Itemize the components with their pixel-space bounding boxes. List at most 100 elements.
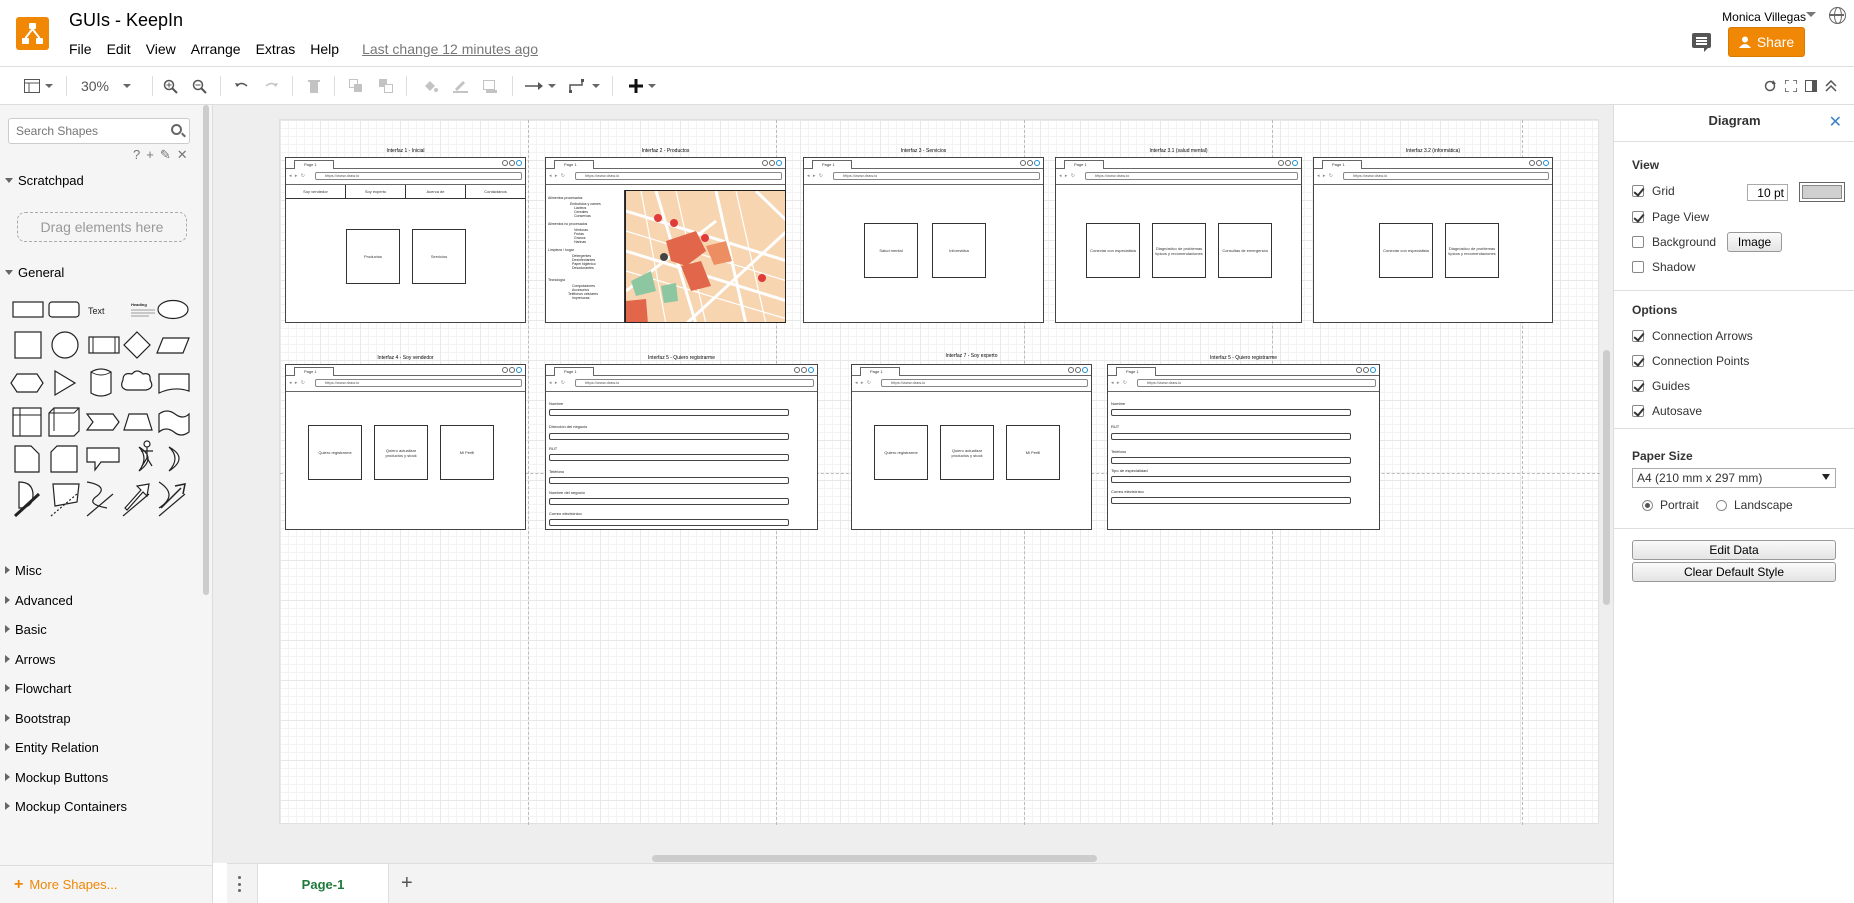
shape-text[interactable]: Text bbox=[88, 306, 105, 316]
shadow-checkbox[interactable] bbox=[1632, 261, 1644, 273]
add-page-icon[interactable]: + bbox=[401, 872, 413, 895]
mockup-box[interactable]: Quiero actualizar productos y stock bbox=[940, 425, 994, 480]
shadow-button[interactable] bbox=[480, 67, 500, 105]
search-icon[interactable] bbox=[171, 124, 182, 135]
shape-moon[interactable] bbox=[168, 446, 180, 472]
grid-checkbox[interactable] bbox=[1632, 185, 1644, 197]
undo-button[interactable] bbox=[231, 67, 251, 105]
shape-rectangle[interactable] bbox=[12, 301, 44, 318]
shape-parallelogram[interactable] bbox=[156, 337, 190, 354]
section-advanced[interactable]: Advanced bbox=[0, 588, 200, 612]
close-icon[interactable]: ✕ bbox=[177, 147, 188, 163]
mockup-box[interactable]: Diagnóstico de problemas típicos y recom… bbox=[1445, 223, 1499, 278]
more-shapes-button[interactable]: + More Shapes... bbox=[0, 865, 212, 903]
waypoints-button[interactable] bbox=[566, 67, 602, 105]
scratchpad-drop-area[interactable]: Drag elements here bbox=[17, 212, 187, 242]
edit-icon[interactable]: ✎ bbox=[160, 147, 171, 163]
background-checkbox[interactable] bbox=[1632, 236, 1644, 248]
page-view-checkbox[interactable] bbox=[1632, 211, 1644, 223]
search-input[interactable] bbox=[9, 119, 164, 143]
nav-item[interactable]: Soy vendedor bbox=[286, 185, 346, 198]
shape-cloud[interactable] bbox=[121, 370, 153, 391]
chevron-down-icon[interactable] bbox=[1806, 12, 1816, 17]
collapse-button[interactable] bbox=[1823, 67, 1839, 105]
menu-arrange[interactable]: Arrange bbox=[191, 41, 248, 57]
portrait-radio[interactable] bbox=[1642, 499, 1653, 511]
form-field[interactable] bbox=[1111, 476, 1351, 483]
close-icon[interactable]: ✕ bbox=[1829, 112, 1842, 132]
menu-view[interactable]: View bbox=[146, 41, 183, 57]
menu-file[interactable]: File bbox=[69, 41, 99, 57]
paper-size-select[interactable]: A4 (210 mm x 297 mm) bbox=[1632, 468, 1836, 488]
shape-note[interactable] bbox=[14, 445, 40, 473]
help-icon[interactable]: ? bbox=[133, 147, 140, 163]
form-field[interactable] bbox=[549, 519, 789, 526]
line-color-button[interactable] bbox=[450, 67, 470, 105]
shape-tape[interactable] bbox=[158, 410, 190, 436]
mockup-box[interactable]: Quiero actualizar productos y stock bbox=[374, 425, 428, 480]
fill-color-button[interactable] bbox=[420, 67, 440, 105]
mockup-interfaz-7[interactable]: Interfaz 7 - Soy experto Page 1 ◂ ▸ ↻ htt… bbox=[851, 353, 1092, 530]
comment-icon[interactable] bbox=[1692, 33, 1711, 52]
last-change-link[interactable]: Last change 12 minutes ago bbox=[362, 41, 538, 57]
menu-extras[interactable]: Extras bbox=[256, 41, 303, 57]
form-field[interactable] bbox=[549, 409, 789, 416]
edit-data-button[interactable]: Edit Data bbox=[1632, 540, 1836, 560]
shape-step[interactable] bbox=[85, 413, 120, 431]
image-button[interactable]: Image bbox=[1727, 232, 1782, 252]
section-arrows[interactable]: Arrows bbox=[0, 647, 200, 671]
mockup-box[interactable]: Productos bbox=[346, 229, 400, 284]
delete-button[interactable] bbox=[304, 67, 324, 105]
connection-points-checkbox[interactable] bbox=[1632, 355, 1644, 367]
autosave-checkbox[interactable] bbox=[1632, 405, 1644, 417]
grid-size-input[interactable] bbox=[1747, 184, 1788, 201]
landscape-radio[interactable] bbox=[1716, 499, 1727, 511]
mockup-box[interactable]: Conectar con especialista bbox=[1086, 223, 1140, 278]
section-flowchart[interactable]: Flowchart bbox=[0, 676, 200, 700]
horizontal-scrollbar[interactable] bbox=[652, 855, 1097, 862]
page-tab[interactable]: Page-1 bbox=[257, 864, 389, 903]
user-name[interactable]: Monica Villegas bbox=[1722, 10, 1806, 24]
shape-callout[interactable] bbox=[86, 447, 120, 472]
vertical-scrollbar[interactable] bbox=[1603, 350, 1610, 605]
shape-document[interactable] bbox=[158, 373, 190, 394]
menu-edit[interactable]: Edit bbox=[107, 41, 138, 57]
shape-rounded-rectangle[interactable] bbox=[48, 301, 80, 318]
mockup-interfaz-3[interactable]: Interfaz 3 - Servicios Page 1 ◂ ▸ ↻ https… bbox=[803, 148, 1044, 323]
mockup-box[interactable]: Consultas de emergencia bbox=[1218, 223, 1272, 278]
add-icon[interactable]: + bbox=[146, 147, 154, 163]
shape-ellipse[interactable] bbox=[157, 299, 189, 320]
fullscreen-button[interactable] bbox=[1783, 67, 1799, 105]
sidebar-scrollbar[interactable] bbox=[203, 105, 209, 595]
shape-curve[interactable] bbox=[86, 481, 108, 509]
drawio-logo[interactable] bbox=[16, 17, 49, 50]
section-bootstrap[interactable]: Bootstrap bbox=[0, 706, 200, 730]
form-field[interactable] bbox=[549, 477, 789, 484]
globe-icon[interactable] bbox=[1829, 7, 1846, 24]
section-general[interactable]: General bbox=[0, 260, 200, 284]
document-title[interactable]: GUIs - KeepIn bbox=[69, 10, 183, 31]
form-field[interactable] bbox=[1111, 457, 1351, 464]
connection-arrows-checkbox[interactable] bbox=[1632, 330, 1644, 342]
form-field[interactable] bbox=[549, 498, 789, 505]
mockup-box[interactable]: Informática bbox=[932, 223, 986, 278]
mockup-box[interactable]: Quiero registrarme bbox=[874, 425, 928, 480]
form-field[interactable] bbox=[1111, 409, 1351, 416]
connection-style-button[interactable] bbox=[522, 67, 558, 105]
shape-heading[interactable]: Heading bbox=[131, 302, 147, 307]
mockup-interfaz-5[interactable]: Interfaz 5 - Quiero registrarme Page 1 ◂… bbox=[545, 355, 818, 530]
shape-hexagon[interactable] bbox=[10, 373, 44, 393]
mockup-box[interactable]: Salud mental bbox=[864, 223, 918, 278]
mockup-interfaz-3-2[interactable]: Interfaz 3.2 (informática) Page 1 ◂ ▸ ↻ h… bbox=[1313, 148, 1553, 323]
diagram-page[interactable]: Interfaz 1 - Inicial Page 1 ◂ ▸ ↻ https:/… bbox=[279, 119, 1600, 825]
mockup-box[interactable]: Conectar con especialista bbox=[1379, 223, 1433, 278]
shape-line[interactable] bbox=[86, 493, 114, 517]
mockup-interfaz-1[interactable]: Interfaz 1 - Inicial Page 1 ◂ ▸ ↻ https:/… bbox=[285, 148, 526, 323]
mockup-interfaz-2[interactable]: Interfaz 2 - Productos Page 1 ◂ ▸ ↻ https… bbox=[545, 148, 786, 323]
menu-help[interactable]: Help bbox=[310, 41, 346, 57]
form-field[interactable] bbox=[1111, 497, 1351, 504]
to-back-button[interactable] bbox=[376, 67, 396, 105]
shape-diamond[interactable] bbox=[123, 331, 151, 359]
form-field[interactable] bbox=[549, 433, 789, 440]
redo-button[interactable] bbox=[261, 67, 281, 105]
